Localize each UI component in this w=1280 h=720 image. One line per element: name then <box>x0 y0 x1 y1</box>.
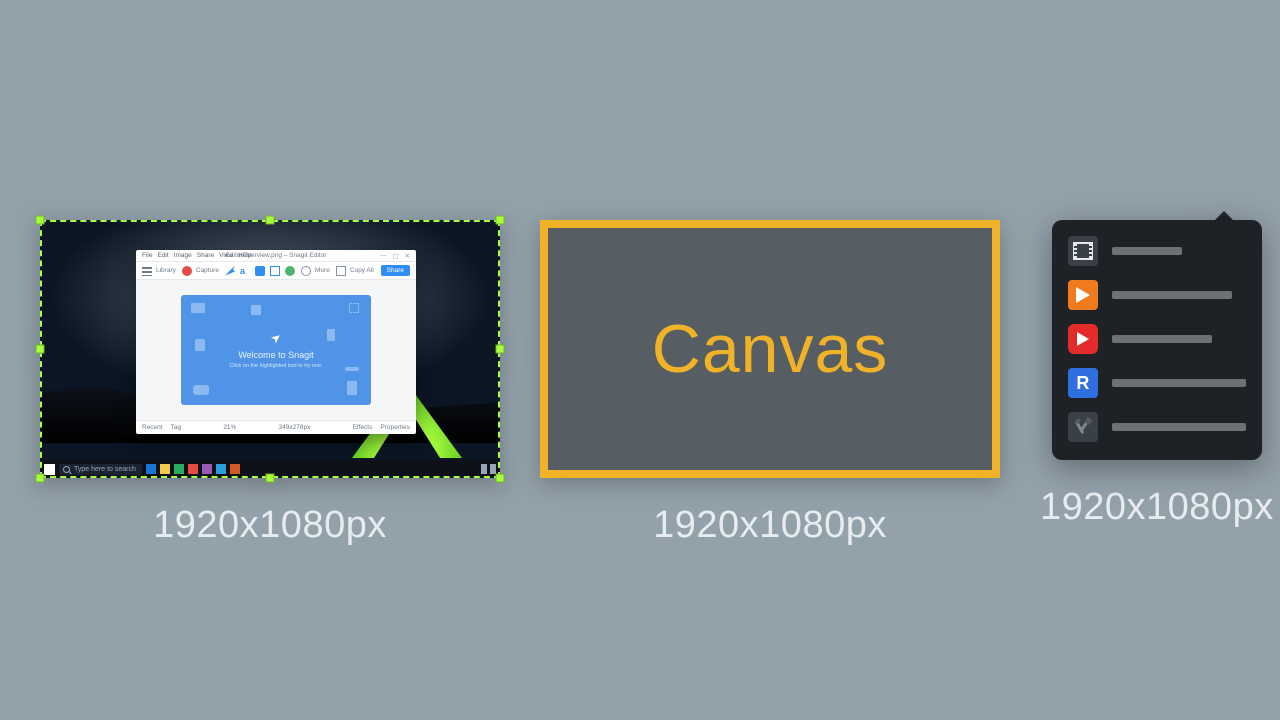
menu-item[interactable] <box>1068 280 1246 310</box>
copy-all-button[interactable]: Copy All <box>350 267 374 274</box>
youtube-icon <box>1068 324 1098 354</box>
taskbar-search[interactable]: Type here to search <box>59 464 142 475</box>
welcome-title: Welcome to Snagit <box>238 350 313 360</box>
menu-item-label-placeholder <box>1112 291 1232 299</box>
selection-handle[interactable] <box>36 345 45 354</box>
editor-toolbar: Library Capture a Mo <box>136 262 416 280</box>
status-size: 349x278px <box>279 424 311 431</box>
record-icon[interactable] <box>182 266 192 276</box>
editor-menus[interactable]: File Edit Image Share View Help <box>142 252 251 259</box>
panel-screenshot: File Edit Image Share View Help EditorOv… <box>40 220 500 547</box>
taskbar-app-icon[interactable] <box>174 464 184 474</box>
canvas-box: Canvas <box>540 220 1000 478</box>
editor-canvas: ➤ Welcome to Snagit Click on the highlig… <box>136 280 416 420</box>
selection-handle[interactable] <box>266 474 275 483</box>
share-button[interactable]: Share <box>381 265 410 276</box>
film-icon <box>1068 236 1098 266</box>
text-tool-icon[interactable]: a <box>240 266 250 276</box>
taskbar-app-icon[interactable] <box>188 464 198 474</box>
menu-image[interactable]: Image <box>174 252 192 259</box>
menu-view[interactable]: View <box>219 252 233 259</box>
menu-item-label-placeholder <box>1112 379 1246 387</box>
status-recent[interactable]: Recent <box>142 424 163 431</box>
stamp-tool-icon[interactable] <box>285 266 295 276</box>
snagit-editor-window: File Edit Image Share View Help EditorOv… <box>136 250 416 434</box>
selection-handle[interactable] <box>36 474 45 483</box>
welcome-subtitle: Click on the highlighted tool to try one… <box>229 363 322 369</box>
library-button[interactable]: Library <box>156 267 176 274</box>
close-icon[interactable]: ✕ <box>405 252 410 260</box>
more-button[interactable]: More <box>315 267 330 274</box>
menu-item-label-placeholder <box>1112 423 1246 431</box>
desktop-screenshot: File Edit Image Share View Help EditorOv… <box>40 220 500 478</box>
caption-panel1: 1920x1080px <box>153 504 387 547</box>
editor-statusbar: Recent Tag 21% 349x278px Effects Propert… <box>136 420 416 434</box>
taskbar-tray[interactable] <box>481 464 496 474</box>
taskbar-app-icon[interactable] <box>202 464 212 474</box>
minimize-icon[interactable]: — <box>380 252 387 260</box>
status-tag[interactable]: Tag <box>171 424 181 431</box>
status-effects[interactable]: Effects <box>353 424 373 431</box>
menu-share[interactable]: Share <box>197 252 214 259</box>
start-button-icon[interactable] <box>44 464 55 475</box>
selection-handle[interactable] <box>36 216 45 225</box>
menu-item-label-placeholder <box>1112 247 1182 255</box>
caption-panel2: 1920x1080px <box>653 504 887 547</box>
canvas-label: Canvas <box>652 310 889 388</box>
taskbar-app-icon[interactable] <box>216 464 226 474</box>
selection-handle[interactable] <box>496 345 505 354</box>
shape-tool-icon[interactable] <box>270 266 280 276</box>
taskbar-app-icon[interactable] <box>146 464 156 474</box>
menu-item[interactable] <box>1068 412 1246 442</box>
copy-icon[interactable] <box>336 266 346 276</box>
capture-button[interactable]: Capture <box>196 267 219 274</box>
status-properties[interactable]: Properties <box>380 424 410 431</box>
info-icon[interactable] <box>301 266 311 276</box>
menu-item[interactable]: R <box>1068 368 1246 398</box>
status-zoom: 21% <box>223 424 236 431</box>
export-menu: R <box>1052 220 1262 460</box>
callout-tool-icon[interactable] <box>255 266 265 276</box>
panel-menu: R 1920x1080px <box>1040 220 1274 529</box>
taskbar-search-placeholder: Type here to search <box>74 466 136 473</box>
menu-item[interactable] <box>1068 324 1246 354</box>
search-icon <box>63 466 70 473</box>
taskbar-app-icon[interactable] <box>230 464 240 474</box>
play-icon <box>1068 280 1098 310</box>
selection-handle[interactable] <box>496 216 505 225</box>
selection-handle[interactable] <box>496 474 505 483</box>
panel-canvas: Canvas 1920x1080px <box>540 220 1000 547</box>
menu-edit[interactable]: Edit <box>157 252 168 259</box>
menu-help[interactable]: Help <box>238 252 251 259</box>
menu-item-label-placeholder <box>1112 335 1212 343</box>
arrow-cursor-icon: ➤ <box>268 329 285 346</box>
editor-titlebar: File Edit Image Share View Help EditorOv… <box>136 250 416 262</box>
caption-panel3: 1920x1080px <box>1040 486 1274 529</box>
arrow-tool-icon[interactable] <box>225 266 235 276</box>
hamburger-icon[interactable] <box>142 266 152 276</box>
taskbar-app-icon[interactable] <box>160 464 170 474</box>
window-controls[interactable]: — ▢ ✕ <box>380 252 410 260</box>
menu-item[interactable] <box>1068 236 1246 266</box>
relay-icon: R <box>1068 368 1098 398</box>
menu-file[interactable]: File <box>142 252 152 259</box>
tools-icon <box>1068 412 1098 442</box>
welcome-card: ➤ Welcome to Snagit Click on the highlig… <box>181 295 371 405</box>
selection-handle[interactable] <box>266 216 275 225</box>
maximize-icon[interactable]: ▢ <box>392 252 398 260</box>
